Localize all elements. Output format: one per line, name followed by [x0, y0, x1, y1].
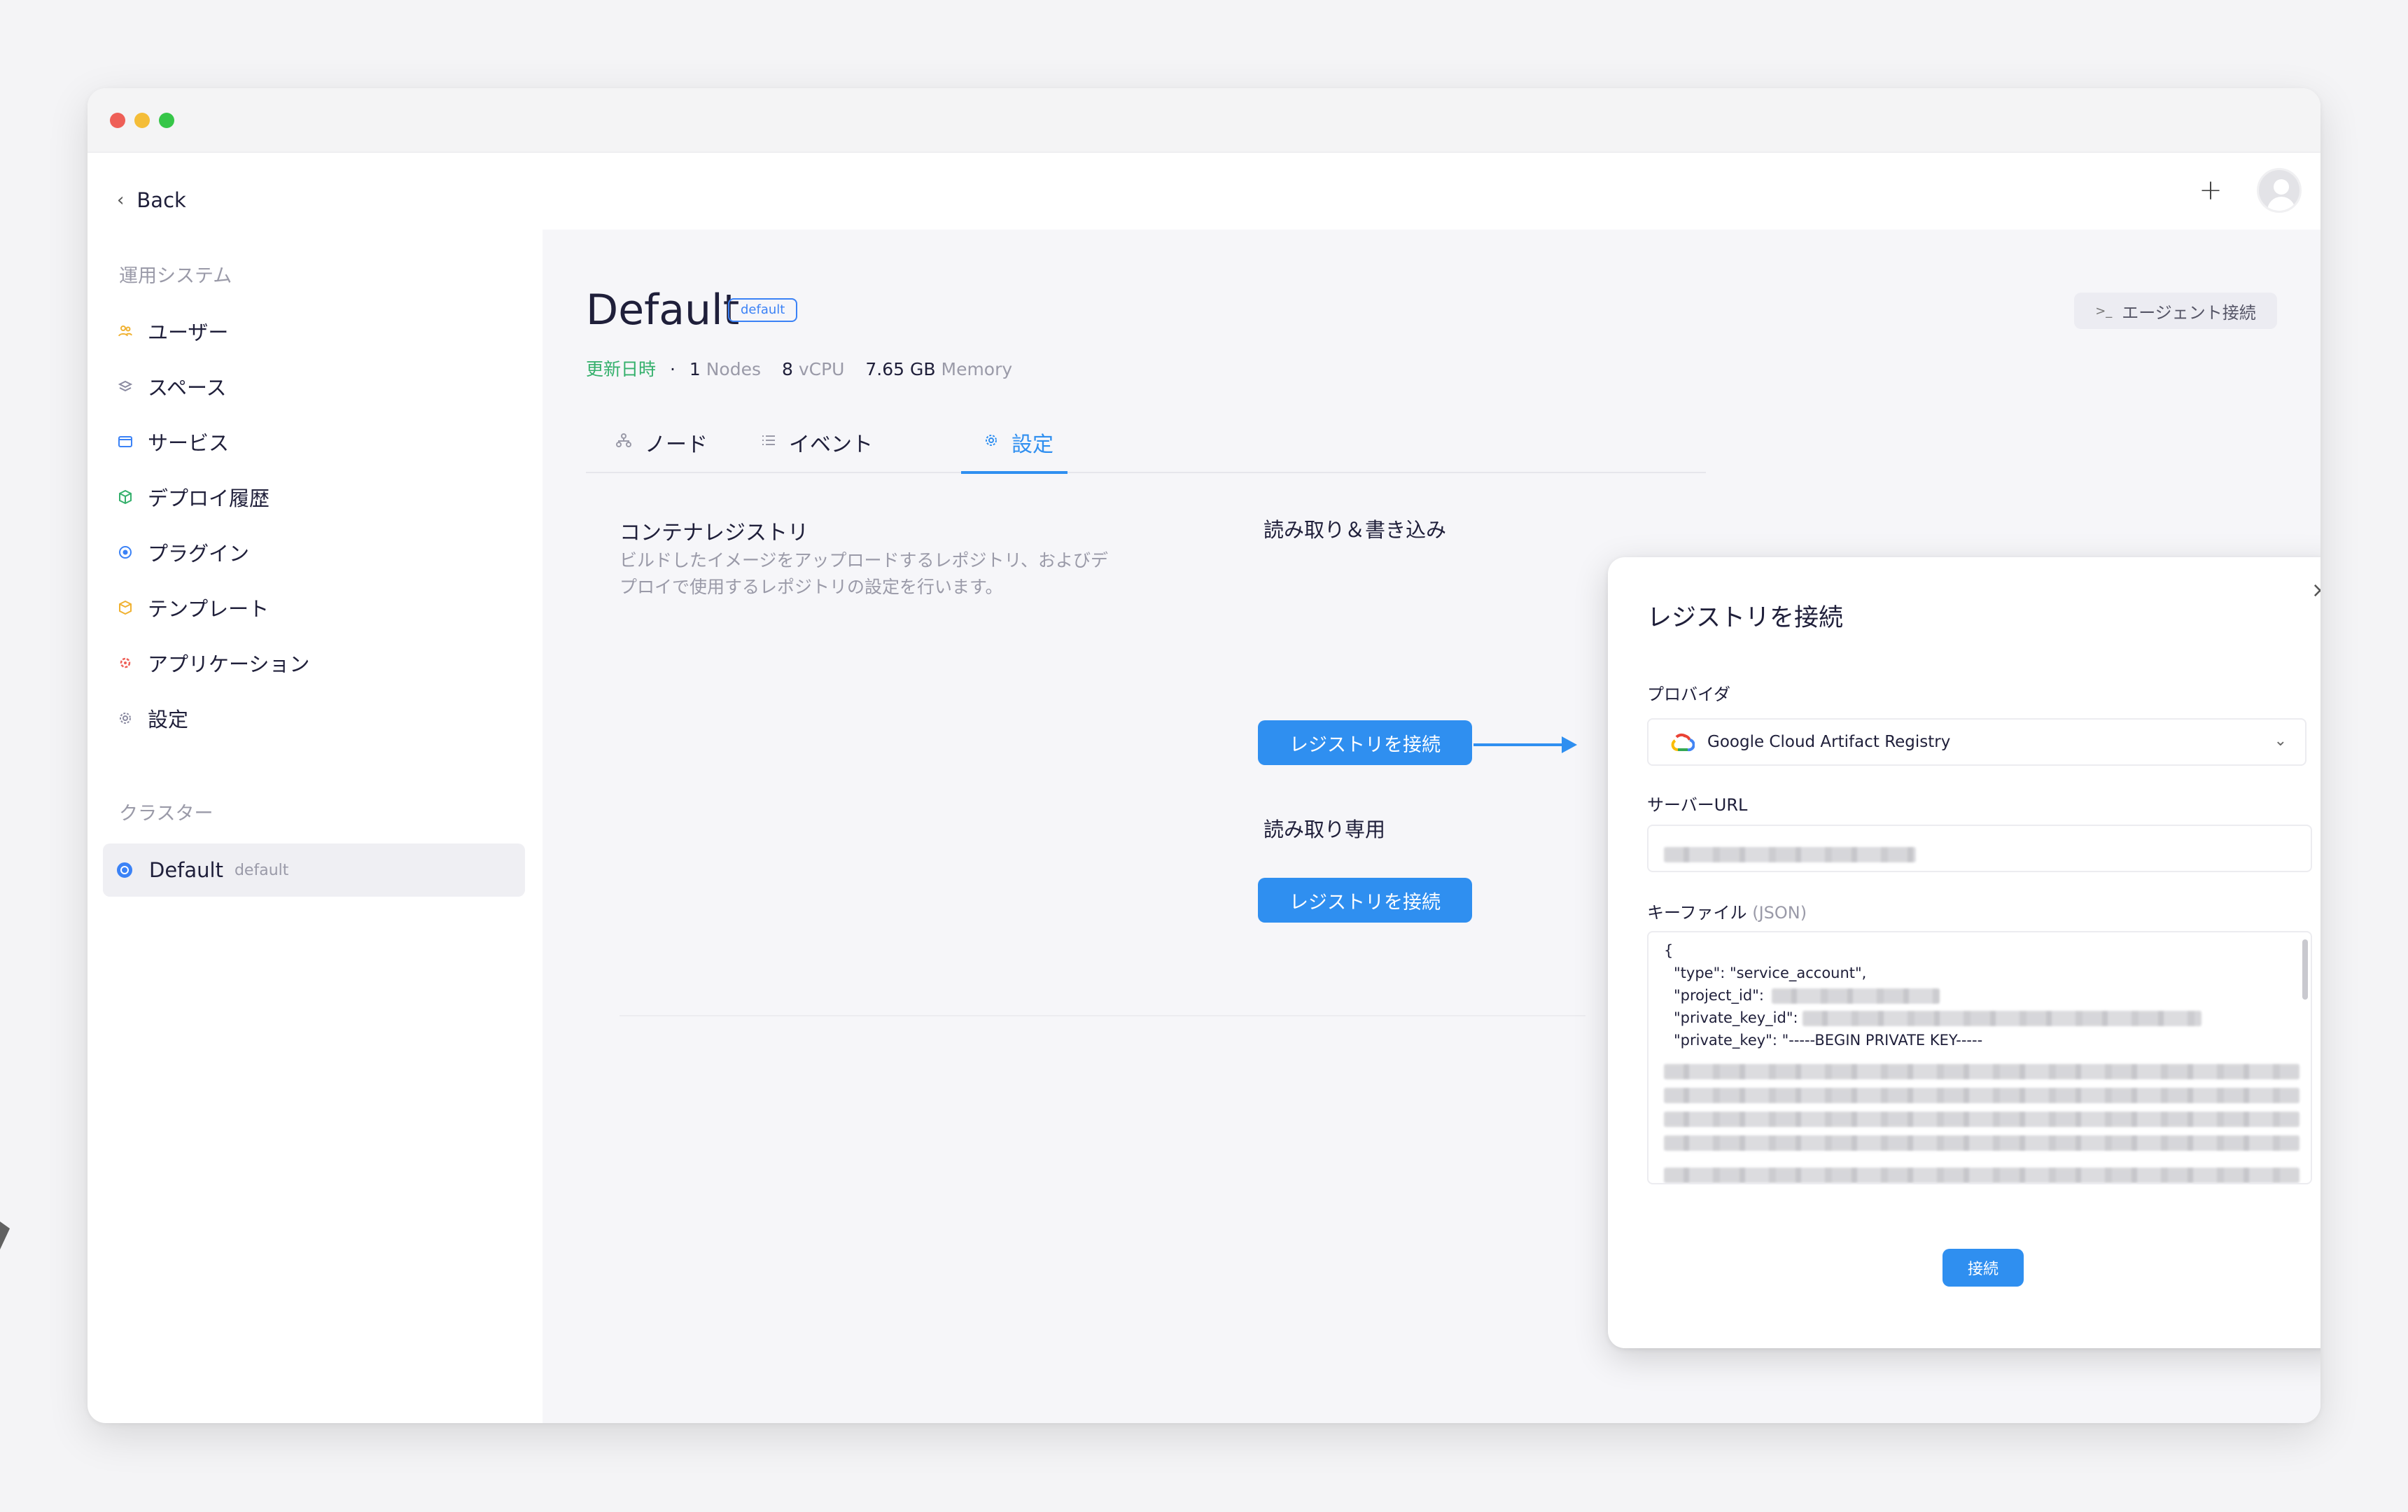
sidebar-item-label: プラグイン	[148, 542, 250, 566]
code-line: "private_key_id":	[1674, 1009, 1798, 1026]
tab-events[interactable]: イベント	[761, 412, 873, 473]
page-title: Default	[586, 286, 740, 335]
sidebar-item-settings[interactable]: 設定	[117, 703, 188, 734]
tab-settings[interactable]: 設定	[983, 412, 1054, 473]
tab-label: イベント	[789, 433, 873, 457]
updated-label: 更新日時	[586, 359, 657, 379]
close-window-button[interactable]	[110, 113, 125, 128]
provider-select[interactable]: Google Cloud Artifact Registry ⌄	[1647, 718, 2306, 766]
registry-description: ビルドしたイメージをアップロードするレポジトリ、およびデプロイで使用するレポジト…	[620, 550, 1109, 597]
code-line: {	[1664, 942, 1674, 959]
close-icon[interactable]: ×	[2311, 578, 2320, 603]
sidebar-item-users[interactable]: ユーザー	[117, 316, 228, 346]
code-line: "type": "service_account",	[1674, 965, 1867, 981]
minimize-window-button[interactable]	[134, 113, 150, 128]
stats-separator: ·	[669, 359, 676, 379]
connect-submit-button[interactable]: 接続	[1942, 1249, 2024, 1287]
agent-connect-label: エージェント接続	[2122, 302, 2256, 323]
cluster-stats: 更新日時 · 1 Nodes 8 vCPU 7.65 GB Memory	[586, 356, 1012, 381]
section-divider	[620, 1015, 1586, 1016]
chevron-left-icon: ‹	[117, 190, 125, 211]
title-badge: default	[728, 298, 798, 322]
cluster-status-icon	[117, 862, 132, 878]
modal-title: レジストリを接続	[1647, 604, 1844, 632]
plugin-icon	[117, 544, 134, 561]
provider-value: Google Cloud Artifact Registry	[1707, 733, 1951, 751]
cluster-sub-label: default	[234, 861, 289, 879]
sidebar-item-services[interactable]: サービス	[117, 426, 229, 457]
vcpu-value: 8	[781, 359, 793, 379]
terminal-icon: >_	[2095, 303, 2113, 318]
cluster-section-label: クラスター	[119, 803, 214, 825]
keyfile-label: キーファイル	[1647, 903, 1747, 923]
sidebar-item-label: サービス	[148, 431, 230, 455]
sidebar-item-spaces[interactable]: スペース	[117, 371, 227, 402]
keyfile-hint: (JSON)	[1752, 903, 1807, 923]
registry-title: コンテナレジストリ	[620, 521, 808, 545]
nodes-icon	[615, 433, 632, 452]
vcpu-label: vCPU	[798, 359, 845, 379]
users-icon	[117, 323, 134, 340]
active-tab-indicator	[961, 471, 1068, 474]
sidebar-item-applications[interactable]: アプリケーション	[117, 648, 309, 678]
nodes-value: 1	[689, 359, 701, 379]
sidebar-item-plugins[interactable]: プラグイン	[117, 537, 249, 568]
maximize-window-button[interactable]	[159, 113, 174, 128]
sidebar-item-label: 設定	[148, 708, 189, 732]
tab-label: 設定	[1011, 433, 1054, 457]
keyfile-label-row: キーファイル (JSON)	[1647, 899, 1807, 923]
window-icon	[117, 433, 134, 450]
connect-registry-ro-button[interactable]: レジストリを接続	[1258, 878, 1472, 923]
box-icon	[117, 489, 134, 505]
template-icon	[117, 599, 134, 616]
connect-registry-rw-button[interactable]: レジストリを接続	[1258, 720, 1472, 765]
chevron-down-icon: ⌄	[2274, 732, 2287, 750]
server-url-input[interactable]	[1647, 825, 2312, 872]
mouse-cursor-icon	[0, 1222, 10, 1250]
sidebar-item-deploy-history[interactable]: デプロイ履歴	[117, 482, 270, 512]
avatar[interactable]	[2257, 168, 2302, 213]
provider-label: プロバイダ	[1647, 685, 1731, 704]
connect-registry-modal: × レジストリを接続 プロバイダ Google Cloud Artifact R…	[1608, 557, 2320, 1348]
cluster-label: Default	[149, 858, 223, 882]
read-write-label: 読み取り＆書き込み	[1264, 518, 1447, 542]
sidebar-item-label: デプロイ履歴	[148, 486, 270, 510]
tab-bar: ノード イベント 設定	[586, 412, 1706, 474]
memory-value: 7.65 GB	[865, 359, 936, 379]
sidebar-cluster-default[interactable]: Default default	[103, 844, 525, 897]
sidebar-item-label: アプリケーション	[148, 652, 310, 676]
sidebar-item-label: スペース	[148, 376, 227, 400]
gear-icon	[983, 433, 999, 452]
keyfile-textarea[interactable]: { "type": "service_account", "project_id…	[1647, 931, 2312, 1184]
gear-icon	[117, 710, 134, 727]
tab-label: ノード	[645, 433, 708, 457]
agent-connect-button[interactable]: >_ エージェント接続	[2074, 293, 2277, 329]
google-cloud-icon	[1671, 733, 1695, 752]
tab-nodes[interactable]: ノード	[615, 412, 708, 473]
server-url-label: サーバーURL	[1647, 795, 1748, 815]
list-icon	[761, 433, 776, 451]
layers-icon	[117, 378, 134, 395]
code-line: "project_id":	[1674, 987, 1764, 1004]
app-icon	[117, 654, 134, 671]
memory-label: Memory	[941, 359, 1013, 379]
ops-section-label: 運用システム	[119, 265, 232, 287]
back-label: Back	[136, 188, 186, 212]
read-only-label: 読み取り専用	[1264, 818, 1386, 841]
textarea-scrollbar[interactable]	[2302, 939, 2308, 1000]
code-line: "private_key": "-----BEGIN PRIVATE KEY--…	[1674, 1032, 1983, 1049]
add-button[interactable]: +	[2191, 171, 2230, 210]
sidebar-item-label: テンプレート	[148, 597, 270, 621]
arrow-line	[1474, 743, 1564, 746]
back-link[interactable]: ‹ Back	[117, 186, 186, 214]
sidebar-item-label: ユーザー	[148, 321, 229, 344]
sidebar-item-templates[interactable]: テンプレート	[117, 592, 269, 623]
arrow-head	[1562, 736, 1577, 753]
nodes-label: Nodes	[706, 359, 762, 379]
app-window: + ‹ Back 運用システム ユーザー スペース サービス デプロイ履歴 プラ…	[88, 88, 2320, 1423]
title-bar	[88, 88, 2320, 153]
